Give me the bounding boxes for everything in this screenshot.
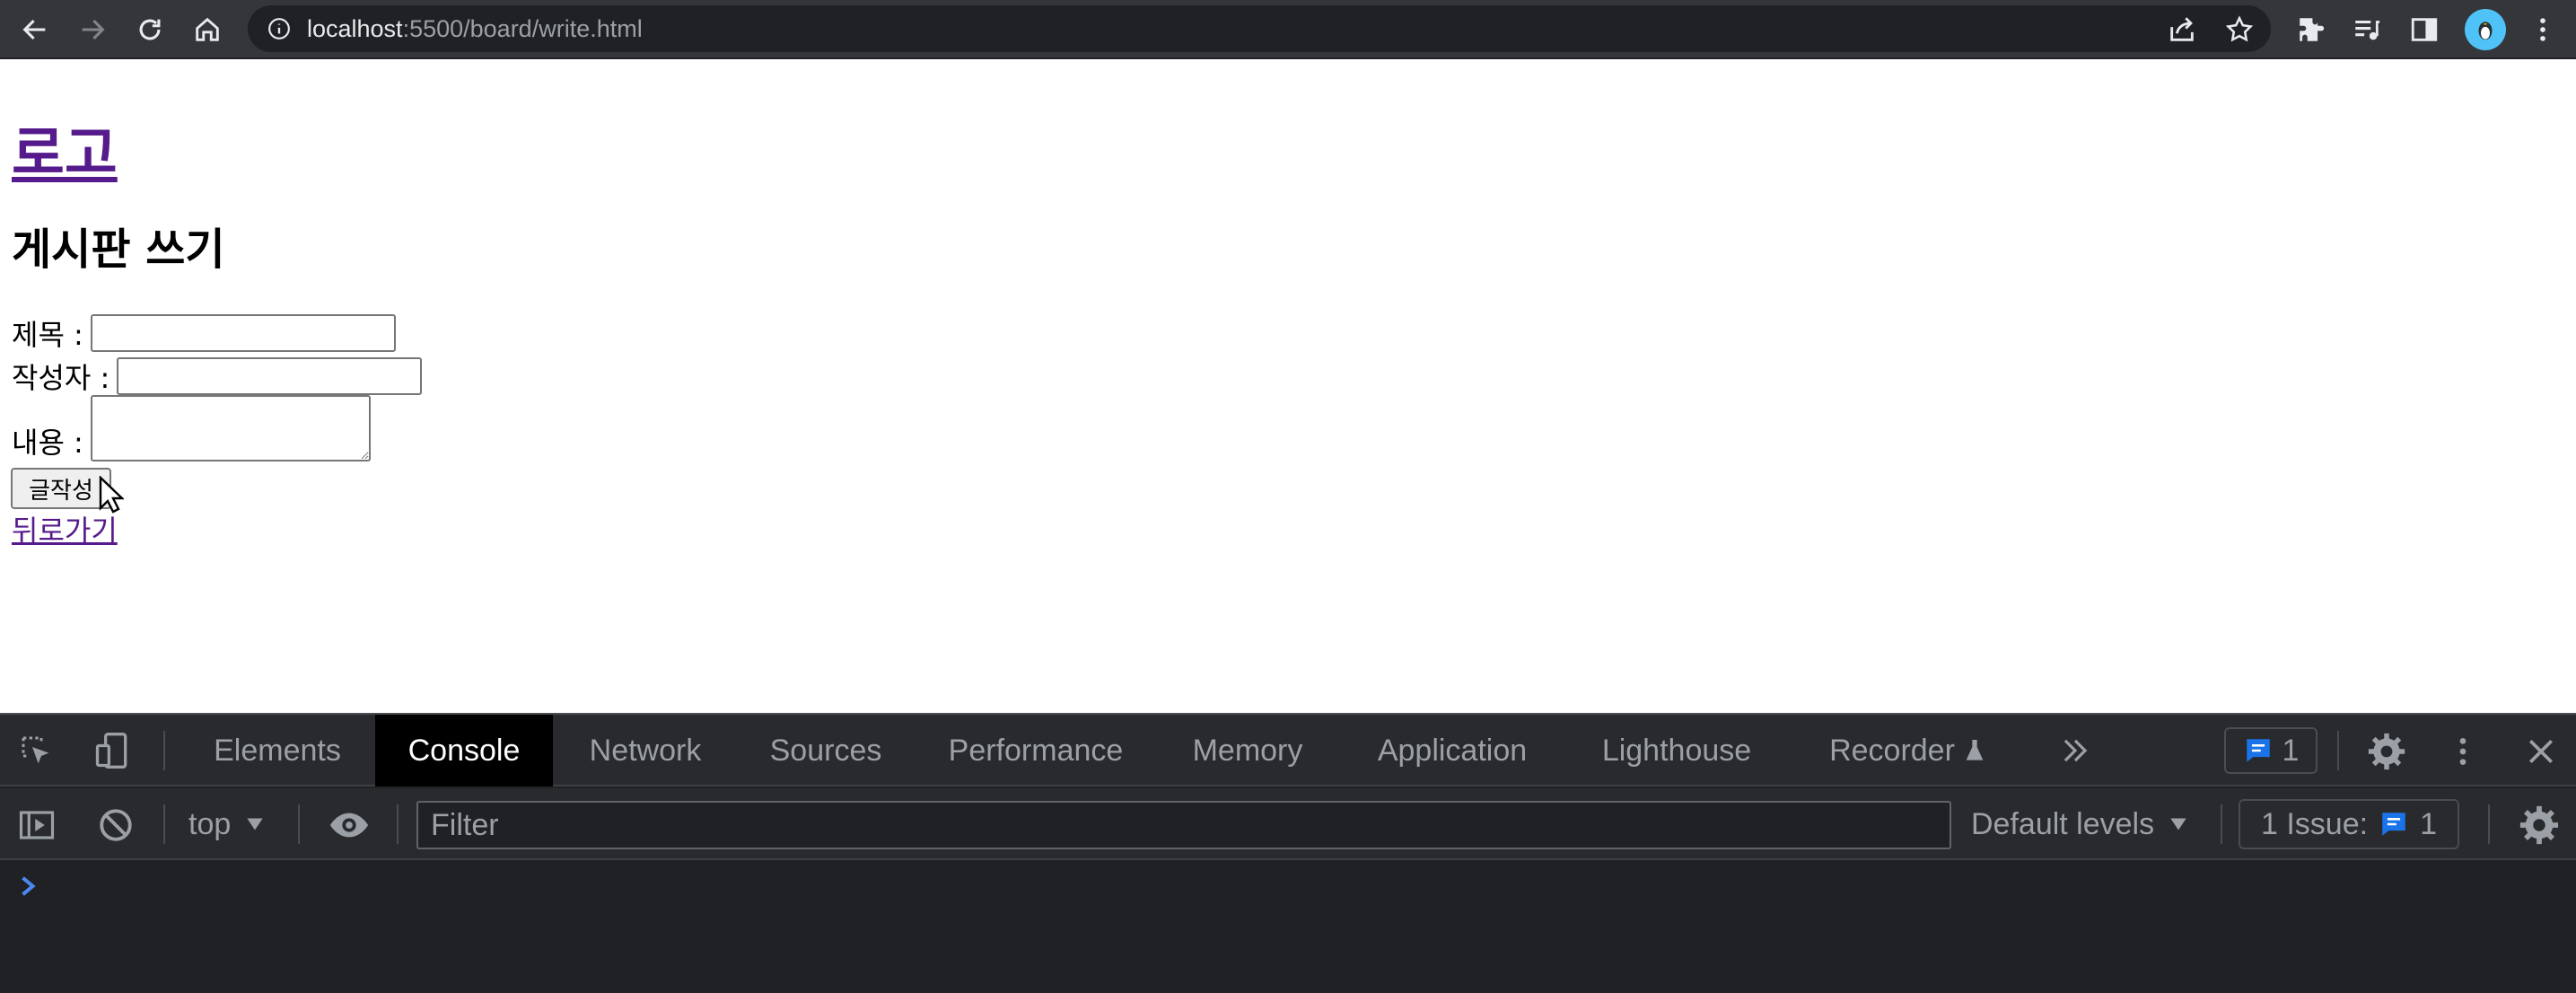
console-settings-button[interactable] [2515,801,2563,849]
content-textarea[interactable] [90,395,371,461]
url-host: localhost [307,15,403,42]
extensions-button[interactable] [2289,7,2334,52]
playlist-icon [2355,20,2380,40]
context-value: top [188,807,232,841]
devtools-menu-button[interactable] [2443,729,2483,774]
close-devtools-button[interactable] [2519,729,2563,774]
eye-icon [329,813,369,838]
gear-icon [2519,805,2559,845]
title-input[interactable] [90,314,396,352]
settings-button[interactable] [2364,729,2409,774]
messages-badge[interactable]: 1 [2224,727,2318,774]
issues-count: 1 [2420,806,2437,841]
chevron-double-right-icon [2063,739,2088,762]
console-filter-input[interactable]: Filter [416,801,1951,849]
log-levels-value: Default levels [1971,807,2155,841]
title-row: 제목 : [12,312,396,354]
message-icon [2382,813,2405,836]
show-sidebar-button[interactable] [14,803,59,848]
page-title: 게시판 쓰기 [12,224,225,275]
share-button[interactable] [2160,7,2204,52]
content-label: 내용 : [12,426,83,460]
tab-elements[interactable]: Elements [196,715,359,786]
toolbar-divider [298,804,300,844]
home-button[interactable] [185,7,230,52]
address-bar[interactable]: localhost:5500/board/write.html [248,5,2271,52]
issues-button[interactable]: 1 Issue: 1 [2239,799,2459,849]
title-label: 제목 : [12,318,83,352]
media-control-button[interactable] [2344,7,2389,52]
kebab-menu-icon [2540,18,2545,41]
console-toolbar: top Filter Default levels 1 Issue: 1 [0,788,2576,860]
toolbar-divider [2488,804,2490,844]
home-icon [196,17,219,41]
tab-performance[interactable]: Performance [933,715,1138,786]
reload-icon [139,19,161,40]
logo-link[interactable]: 로고 [12,108,118,190]
url-path: :5500/board/write.html [402,15,643,42]
sidebar-play-icon [19,811,55,839]
content-row: 내용 : [12,395,371,461]
arrow-right-icon [82,19,105,40]
browser-toolbar: localhost:5500/board/write.html [0,0,2576,59]
browser-menu-button[interactable] [2520,7,2565,52]
kebab-menu-icon [2459,738,2466,765]
toolbar-divider [163,731,165,770]
issues-label: 1 Issue: [2261,806,2369,841]
more-tabs-button[interactable] [2055,731,2095,770]
author-row: 작성자 : [12,356,423,397]
device-toggle-icon [95,733,127,769]
tab-application[interactable]: Application [1361,715,1544,786]
toolbar-divider [2221,804,2222,844]
tab-recorder[interactable]: Recorder [1811,715,1973,786]
profile-avatar[interactable] [2465,9,2506,50]
penguin-icon [2478,22,2493,40]
message-icon [2246,739,2270,762]
puzzle-icon [2300,18,2325,41]
caret-down-icon [247,818,263,830]
tab-lighthouse[interactable]: Lighthouse [1585,715,1768,786]
author-input[interactable] [117,357,423,395]
forward-button[interactable] [70,7,115,52]
share-icon [2170,17,2194,41]
toolbar-divider [2337,731,2339,770]
mouse-cursor-icon [99,476,124,514]
close-icon [2529,740,2553,763]
author-label: 작성자 : [12,361,110,395]
caret-down-icon [2170,818,2186,830]
gear-icon [2368,733,2405,770]
side-panel-button[interactable] [2402,7,2447,52]
url-text[interactable]: localhost:5500/board/write.html [307,5,643,52]
messages-count: 1 [2282,733,2300,768]
toolbar-divider [163,804,165,844]
live-expression-button[interactable] [325,803,373,848]
block-icon [100,809,132,841]
tab-sources[interactable]: Sources [756,715,896,786]
tab-console[interactable]: Console [375,715,553,786]
toolbar-divider [397,804,399,844]
context-selector[interactable]: top [188,788,267,860]
device-toolbar-button[interactable] [90,727,135,774]
log-levels-dropdown[interactable]: Default levels [1971,788,2190,860]
back-button[interactable] [13,7,57,52]
info-icon[interactable] [267,17,291,40]
clear-console-button[interactable] [93,803,138,848]
devtools-panel: Elements Console Network Sources Perform… [0,713,2576,993]
submit-button[interactable]: 글작성 [11,468,111,509]
inspect-element-button[interactable] [16,731,57,772]
bookmark-button[interactable] [2217,7,2262,52]
inspect-cursor-icon [22,736,49,764]
back-link[interactable]: 뒤로가기 [12,508,118,549]
star-icon [2225,15,2254,42]
tab-memory[interactable]: Memory [1176,715,1319,786]
side-panel-icon [2411,18,2438,41]
arrow-left-icon [22,19,46,40]
devtools-tab-bar: Elements Console Network Sources Perform… [0,715,2576,786]
console-prompt-chevron-icon [22,876,36,896]
page-content: 로고 게시판 쓰기 제목 : 작성자 : 내용 : 글작성 뒤로가기 [0,61,2576,713]
tab-network[interactable]: Network [569,715,722,786]
flask-icon [1958,734,1991,767]
reload-button[interactable] [127,7,172,52]
